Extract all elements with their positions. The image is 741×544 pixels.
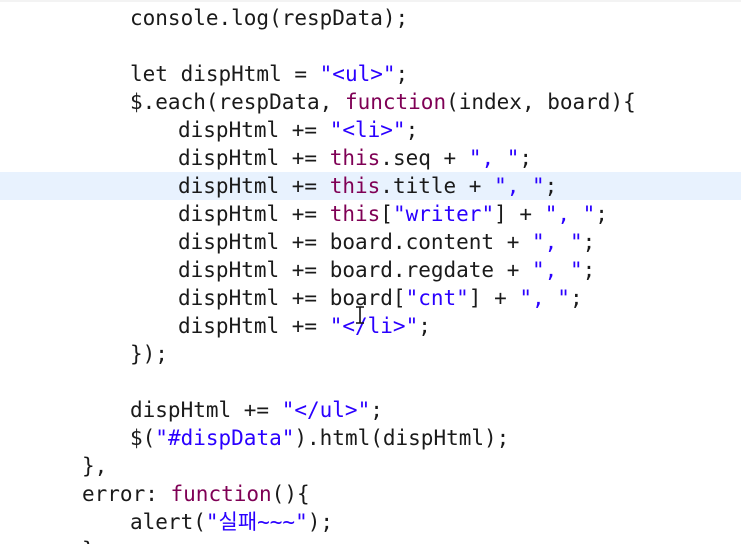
code-token: ; (370, 398, 383, 422)
keyword-token: this (329, 146, 381, 170)
code-token: ).html(dispHtml); (294, 426, 510, 450)
code-line[interactable]: $.each(respData, function(index, board){ (0, 88, 741, 116)
string-token: ", " (519, 286, 570, 310)
code-text: dispHtml += this.seq + ", "; (178, 144, 532, 172)
code-text: dispHtml += this["writer"] + ", "; (178, 200, 608, 228)
code-text: dispHtml += board.regdate + ", "; (178, 256, 595, 284)
code-token: ; (595, 202, 608, 226)
string-token: ", " (494, 174, 545, 198)
string-token: "실패~~~" (205, 510, 308, 534)
keyword-token: function (344, 90, 447, 114)
code-token: (){ (271, 482, 310, 506)
code-line[interactable]: $("#dispData").html(dispHtml); (0, 424, 741, 452)
code-line[interactable]: dispHtml += this["writer"] + ", "; (0, 200, 741, 228)
string-token: "writer" (392, 202, 495, 226)
code-text: $("#dispData").html(dispHtml); (130, 424, 509, 452)
editor-top-edge (0, 0, 741, 2)
code-line[interactable]: console.log(respData); (0, 4, 741, 32)
code-token: }); (130, 342, 168, 366)
code-token: $( (130, 426, 156, 450)
code-line[interactable]: dispHtml += "</ul>"; (0, 396, 741, 424)
code-token: } (82, 538, 95, 544)
text-cursor-icon (356, 306, 364, 324)
code-text: error: function(){ (82, 480, 310, 508)
code-token: ; (582, 230, 596, 254)
code-token: ; (418, 314, 431, 338)
code-token: ] + (468, 286, 520, 310)
code-line[interactable]: } (0, 536, 741, 544)
code-token: dispHtml += (178, 174, 330, 198)
string-token: "#dispData" (155, 426, 295, 450)
code-token: dispHtml += (178, 202, 330, 226)
string-token: ", " (468, 146, 520, 170)
code-text: dispHtml += "<li>"; (178, 116, 418, 144)
code-text: } (82, 536, 95, 544)
code-editor[interactable]: console.log(respData); let dispHtml = "<u… (0, 0, 741, 544)
string-token: ", " (544, 202, 596, 226)
code-token: let dispHtml = (130, 62, 320, 86)
code-line[interactable]: dispHtml += "</li>"; (0, 312, 741, 340)
code-token: (index, board){ (446, 90, 636, 114)
string-token: ", " (532, 230, 583, 254)
string-token: ", " (532, 258, 583, 282)
code-token: .title + (380, 174, 495, 198)
code-line[interactable]: error: function(){ (0, 480, 741, 508)
string-token: "cnt" (405, 286, 469, 310)
code-token: ); (307, 510, 334, 534)
keyword-token: this (329, 202, 381, 226)
code-text: $.each(respData, function(index, board){ (130, 88, 636, 116)
code-token: ; (544, 174, 558, 198)
code-line[interactable]: dispHtml += board.content + ", "; (0, 228, 741, 256)
code-token: ; (519, 146, 533, 170)
code-text: let dispHtml = "<ul>"; (130, 60, 408, 88)
code-token: ] + (494, 202, 545, 226)
code-token: $.each(respData, (130, 90, 345, 114)
code-token: dispHtml += (178, 118, 330, 142)
code-token: dispHtml += (130, 398, 282, 422)
code-token: dispHtml += board.content + (178, 230, 533, 254)
code-token: dispHtml += board[ (178, 286, 406, 310)
code-token: dispHtml += board.regdate + (178, 258, 533, 282)
current-code-line[interactable]: dispHtml += this.title + ", "; (0, 172, 741, 200)
code-line[interactable] (0, 368, 741, 396)
keyword-token: this (329, 174, 381, 198)
code-text: dispHtml += "</li>"; (178, 312, 431, 340)
code-line[interactable]: }); (0, 340, 741, 368)
code-token: [ (380, 202, 393, 226)
code-token: console.log(respData); (130, 6, 409, 30)
keyword-token: function (170, 482, 272, 506)
code-token: alert( (130, 510, 206, 534)
code-line[interactable]: alert("실패~~~"); (0, 508, 741, 536)
code-token: .seq + (380, 146, 469, 170)
code-line[interactable]: dispHtml += board.regdate + ", "; (0, 256, 741, 284)
code-text: dispHtml += board["cnt"] + ", "; (178, 284, 583, 312)
code-line[interactable]: dispHtml += board["cnt"] + ", "; (0, 284, 741, 312)
string-token: "</ul>" (281, 398, 371, 422)
code-token: error: (82, 482, 171, 506)
code-token: ; (582, 258, 596, 282)
code-token: ; (395, 62, 409, 86)
string-token: "</li>" (329, 314, 419, 338)
string-token: "<li>" (329, 118, 406, 142)
code-line[interactable]: }, (0, 452, 741, 480)
code-line[interactable]: let dispHtml = "<ul>"; (0, 60, 741, 88)
code-token: }, (82, 454, 108, 478)
code-token: ; (405, 118, 419, 142)
string-token: "<ul>" (319, 62, 396, 86)
code-text: alert("실패~~~"); (130, 508, 333, 536)
code-token: dispHtml += (178, 146, 330, 170)
code-text: }); (130, 340, 168, 368)
code-line[interactable]: dispHtml += "<li>"; (0, 116, 741, 144)
code-line[interactable]: dispHtml += this.seq + ", "; (0, 144, 741, 172)
code-line[interactable] (0, 32, 741, 60)
code-text: dispHtml += "</ul>"; (130, 396, 383, 424)
code-token: ; (569, 286, 583, 310)
code-text: dispHtml += board.content + ", "; (178, 228, 595, 256)
code-text: }, (82, 452, 107, 480)
code-text: console.log(respData); (130, 4, 408, 32)
code-text: dispHtml += this.title + ", "; (178, 172, 557, 200)
code-token: dispHtml += (178, 314, 330, 338)
